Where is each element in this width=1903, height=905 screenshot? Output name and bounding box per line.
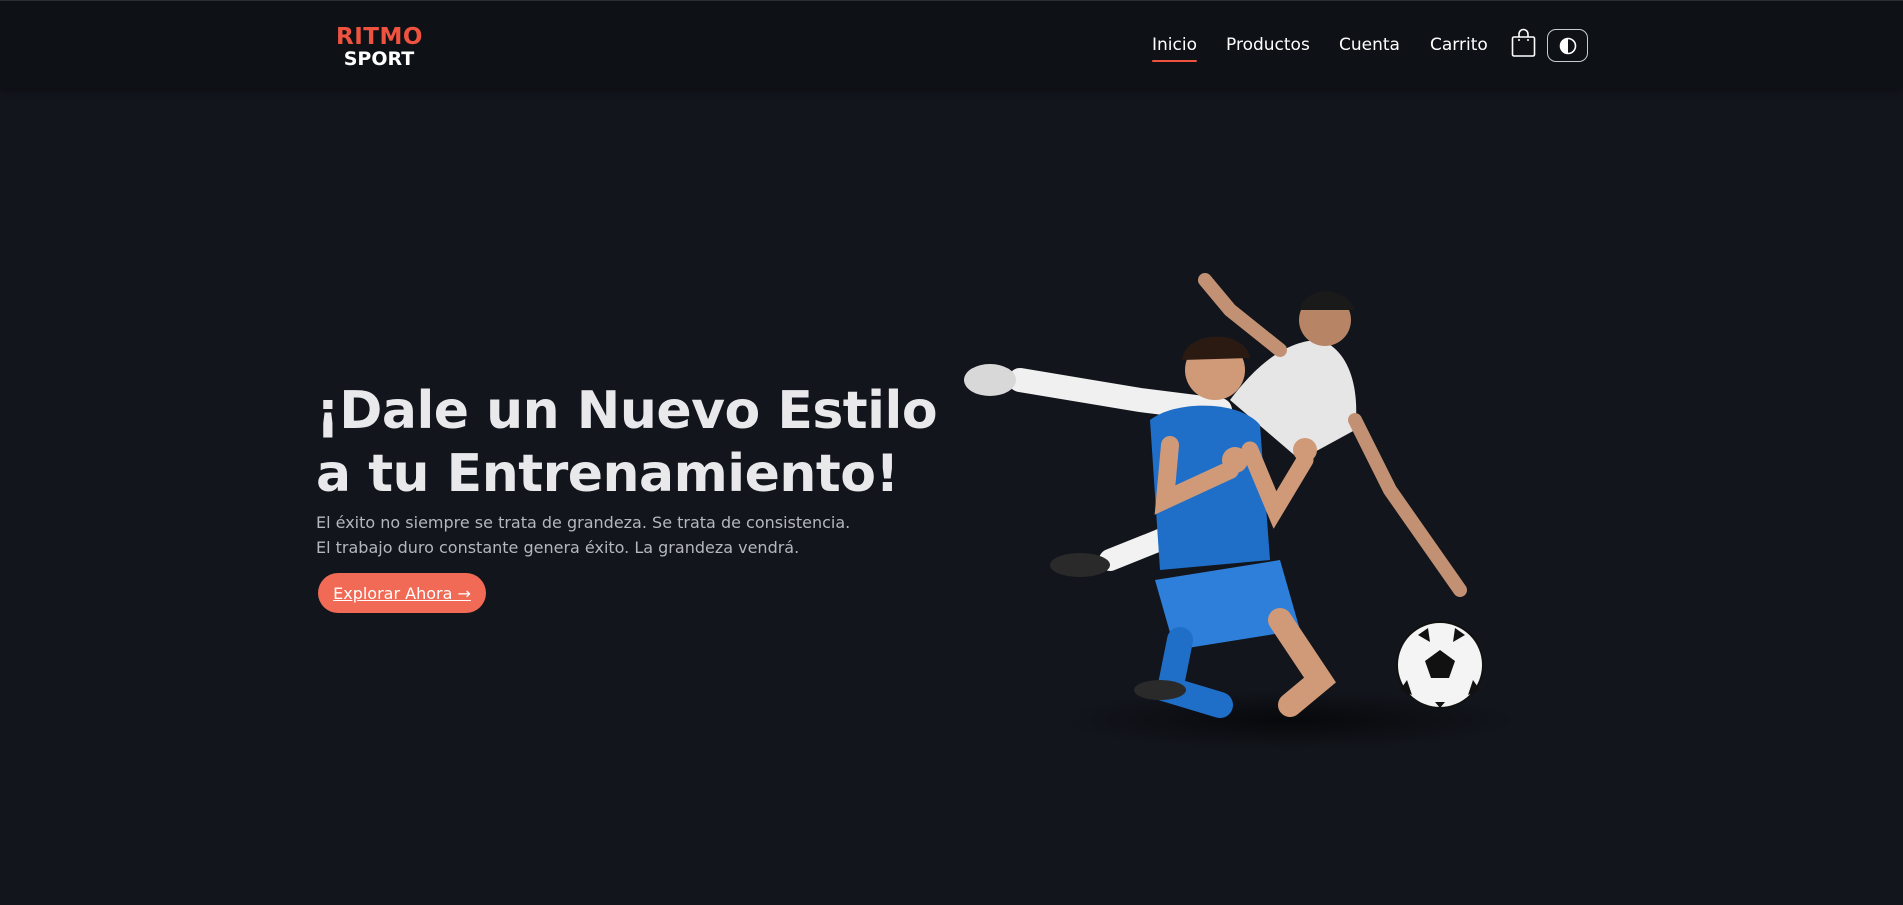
soccer-ball [1396, 621, 1484, 709]
navbar: RITMO SPORT Inicio Productos Cuenta Carr… [0, 0, 1903, 88]
brand-line2: SPORT [343, 48, 415, 70]
explore-now-button[interactable]: Explorar Ahora → [318, 573, 486, 613]
hero-title-line1: ¡Dale un Nuevo Estilo [316, 381, 938, 441]
contrast-icon [1559, 37, 1576, 54]
nav-item-carrito[interactable]: Carrito [1430, 35, 1488, 55]
shopping-bag-icon[interactable] [1511, 28, 1536, 58]
theme-toggle-button[interactable] [1547, 29, 1588, 62]
brand-logo[interactable]: RITMO SPORT [336, 26, 422, 69]
hero-subtitle-line2: El trabajo duro constante genera éxito. … [316, 538, 800, 557]
hero-title-line2: a tu Entrenamiento! [316, 444, 899, 504]
hero-subtitle-line1: El éxito no siempre se trata de grandeza… [316, 513, 851, 532]
hero-title: ¡Dale un Nuevo Estilo a tu Entrenamiento… [316, 380, 956, 506]
nav-item-inicio[interactable]: Inicio [1152, 35, 1197, 62]
nav-item-cuenta[interactable]: Cuenta [1339, 35, 1400, 55]
nav-item-productos[interactable]: Productos [1226, 35, 1310, 55]
soccer-players-image [964, 273, 1520, 750]
brand-line1: RITMO [336, 24, 423, 50]
